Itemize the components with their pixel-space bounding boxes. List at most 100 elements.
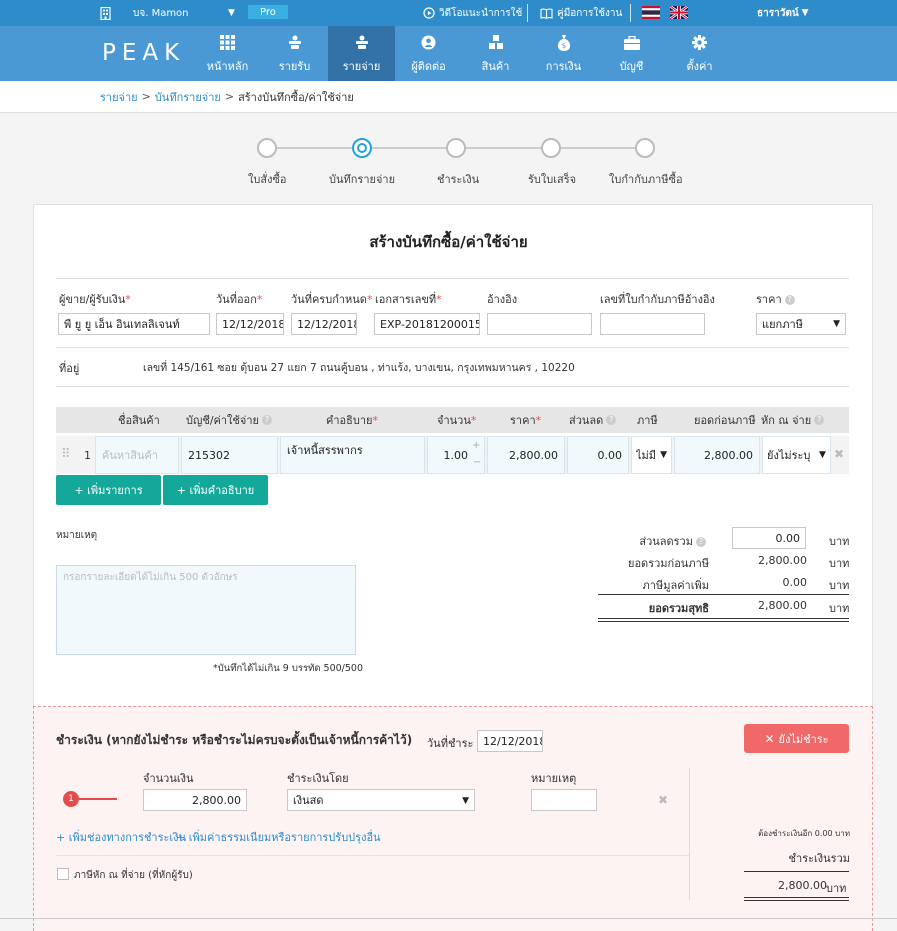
payment-method-select[interactable]: เงินสด ▼ [287,789,475,811]
notes-hint: *บันทึกได้ไม่เกิน 9 บรรทัด 500/500 [213,663,364,674]
payment-title: ชำระเงิน (หากยังไม่ชำระ หรือชำระไม่ครบจะ… [56,733,413,747]
user-menu[interactable]: ธาราวัตน์ ▼ [757,0,809,26]
uk-flag-icon[interactable] [670,6,688,19]
discount-total-label: ส่วนลดรวม? [639,532,706,550]
withholding-select[interactable]: ยังไม่ระบุ ▼ [762,436,831,474]
nav-item-accounts[interactable]: บัญชี [598,26,665,81]
breadcrumb-expense-link[interactable]: รายจ่าย [100,88,138,106]
doc-number-field[interactable]: EXP-20181200015 [374,313,480,335]
price-field[interactable]: 2,800.00 [487,436,565,474]
company-caret-icon[interactable]: ▼ [228,0,235,26]
nav-item-settings[interactable]: ตั้งค่า [666,26,733,81]
address-value: เลขที่ 145/161 ซอย ดุ้บอน 27 แยก 7 ถนนคู… [143,362,575,374]
gear-icon [692,33,707,53]
product-search-input[interactable]: ค้นหาสินค้า [95,436,179,474]
tax-invoice-ref-field[interactable] [600,313,705,335]
divider [56,278,849,279]
peak-logo[interactable]: PEAK [102,40,185,66]
vendor-field[interactable]: พี ยู ยู เอ็น อินเทลลิเจนท์ [58,313,210,335]
breadcrumb-current: สร้างบันทึกซื้อ/ค่าใช้จ่าย [238,90,354,104]
payment-method-value: เงินสด [293,794,324,807]
expense-icon [354,33,370,53]
step-label: ใบกำกับภาษีซื้อ [609,173,683,186]
due-date-field[interactable]: 12/12/2018 [291,313,357,335]
payment-note-label: หมายเหตุ [531,772,577,785]
divider [630,4,631,22]
company-name[interactable]: บจ. Mamon [133,0,189,26]
column-header-price: ราคา * [510,413,542,428]
thai-flag-icon[interactable] [642,6,660,19]
manual-link[interactable]: คู่มือการใช้งาน [540,0,622,26]
currency-unit: บาท [829,579,850,592]
book-icon [540,8,553,19]
nav-label: ตั้งค่า [686,59,713,73]
discount-total-field[interactable]: 0.00 [732,527,806,549]
nav-item-income[interactable]: รายรับ [261,26,328,81]
withholding-checkbox-label: ภาษีหัก ณ ที่จ่าย (ที่หักผู้รับ) [74,870,193,881]
withholding-checkbox[interactable] [57,868,69,880]
nav-label: หน้าหลัก [206,59,249,73]
account-field[interactable]: 215302 [181,436,278,474]
nav-item-home[interactable]: หน้าหลัก [194,26,261,81]
notes-textarea[interactable]: กรอกรายละเอียดได้ไม่เกิน 500 ตัวอักษร [56,565,356,655]
withholding-value: ยังไม่ระบุ [767,449,811,462]
add-description-button[interactable]: + เพิ่มคำอธิบาย [163,475,268,505]
currency-unit: บาท [826,882,847,895]
add-payment-method-link[interactable]: + เพิ่มช่องทางการชำระเงิน [56,828,186,846]
total-paid-value: 2,800.00 [778,879,827,892]
tax-value: ไม่มี [636,449,657,462]
close-icon: ✕ [764,731,775,746]
nav-item-finance[interactable]: $ การเงิน [530,26,597,81]
grid-icon [220,33,235,53]
video-guide-label: วิดีโอแนะนำการใช้ [439,7,523,19]
breadcrumb-expense-record-link[interactable]: บันทึกรายจ่าย [155,88,221,106]
payment-note-field[interactable] [531,789,597,811]
delete-row-icon[interactable]: ✖ [834,447,844,461]
step-receipt[interactable] [541,138,561,158]
divider [598,618,849,619]
video-guide-link[interactable]: วิดีโอแนะนำการใช้ [423,0,522,26]
nav-item-contacts[interactable]: ผู้ติดต่อ [395,26,462,81]
payment-amount-field[interactable]: 2,800.00 [143,789,247,811]
help-icon: ? [814,415,825,425]
tax-invoice-ref-label: เลขที่ใบกำกับภาษีอ้างอิง [600,293,715,306]
unpaid-button-label: ยังไม่ชำระ [778,732,829,746]
help-icon: ? [606,415,617,425]
description-field[interactable]: เจ้าหนี้สรรพากร [280,436,425,474]
add-item-button[interactable]: + เพิ่มรายการ [56,475,161,505]
step-purchase-order[interactable] [257,138,277,158]
step-expense-record[interactable] [352,138,372,158]
add-fee-link[interactable]: + เพิ่มค่าธรรมเนียมหรือรายการปรับปรุงอื่… [176,828,381,846]
nav-label: รายรับ [278,59,311,73]
play-circle-icon [423,7,435,19]
drag-handle-icon[interactable]: ⠿ [61,447,71,462]
nav-label: สินค้า [481,59,510,73]
money-bag-icon: $ [557,33,571,53]
divider [56,855,689,856]
column-header-pretax-total: ยอดก่อนภาษี [694,414,756,427]
nav-item-expense[interactable]: รายจ่าย [328,26,395,81]
issue-date-field[interactable]: 12/12/2018 [216,313,284,335]
minus-icon[interactable]: − [473,457,481,468]
total-paid-label: ชำระเงินรวม [788,852,850,865]
due-date-label: วันที่ครบกำหนด* [291,293,373,306]
delete-payment-icon[interactable]: ✖ [658,793,668,807]
remaining-amount-text: ต้องชำระเงินอีก 0.00 บาท [758,829,850,838]
step-tax-invoice[interactable] [635,138,655,158]
price-type-label: ราคา? [756,290,795,308]
pretax-total-field[interactable]: 2,800.00 [674,436,760,474]
step-payment[interactable] [446,138,466,158]
nav-item-products[interactable]: สินค้า [462,26,529,81]
discount-field[interactable]: 0.00 [567,436,629,474]
plan-badge: Pro [248,5,288,19]
price-type-select[interactable]: แยกภาษี ▼ [756,313,846,335]
payment-date-field[interactable]: 12/12/2018 [477,730,543,752]
payment-row-badge: 1 [63,791,79,807]
tax-select[interactable]: ไม่มี ▼ [631,436,672,474]
plus-icon[interactable]: + [472,440,480,451]
unpaid-button[interactable]: ✕ ยังไม่ชำระ [744,724,849,753]
user-name: ธาราวัตน์ [757,7,799,19]
issue-date-label: วันที่ออก* [216,293,263,306]
reference-field[interactable] [487,313,592,335]
nav-label: การเงิน [545,59,582,73]
